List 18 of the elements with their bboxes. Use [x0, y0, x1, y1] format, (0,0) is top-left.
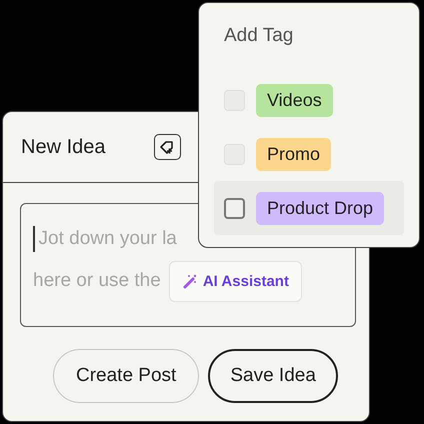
ai-assistant-button[interactable]: AI Assistant [168, 260, 302, 302]
tag-label: Promo [256, 138, 332, 170]
tag-label: Product Drop [256, 192, 384, 224]
tag-menu-item[interactable]: Promo [214, 127, 404, 181]
card-title: New Idea [21, 136, 106, 158]
menu-title: Add Tag [223, 25, 294, 47]
create-button[interactable]: Create Post [53, 349, 200, 403]
tag-menu-item[interactable]: Product Drop [214, 181, 404, 235]
placeholder-text: here or use the [33, 270, 161, 292]
tag-menu-item[interactable]: Videos [214, 73, 404, 127]
tag-label: Videos [256, 84, 333, 116]
text-cursor [33, 226, 34, 252]
checkbox[interactable] [224, 198, 245, 218]
save-button[interactable]: Save Idea [208, 349, 338, 403]
placeholder-text: Jot down your la [38, 228, 177, 250]
magic-wand-icon [182, 273, 198, 289]
tag-plus-icon [158, 138, 176, 156]
add-tag-button[interactable] [154, 134, 180, 160]
